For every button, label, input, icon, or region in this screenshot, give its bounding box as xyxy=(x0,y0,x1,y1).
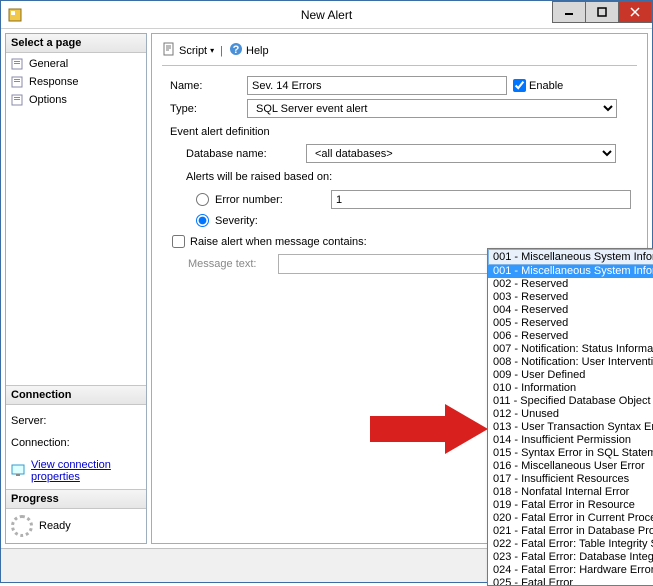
progress-status: Ready xyxy=(39,520,71,532)
left-panel: Select a page General Response Options C… xyxy=(5,33,147,544)
severity-option[interactable]: 006 - Reserved xyxy=(488,330,653,343)
page-label: Options xyxy=(29,94,67,106)
name-input[interactable] xyxy=(247,76,507,95)
maximize-button[interactable] xyxy=(585,1,619,23)
script-button[interactable]: Script ▾ xyxy=(162,42,214,59)
help-icon: ? xyxy=(229,42,243,59)
severity-option[interactable]: 013 - User Transaction Syntax Error xyxy=(488,421,653,434)
severity-option[interactable]: 023 - Fatal Error: Database Integrity Su… xyxy=(488,551,653,564)
page-item-general[interactable]: General xyxy=(8,55,144,73)
severity-option[interactable]: 011 - Specified Database Object Not Foun… xyxy=(488,395,653,408)
enable-label: Enable xyxy=(529,80,563,92)
severity-label: Severity: xyxy=(215,215,321,227)
help-label: Help xyxy=(246,45,269,57)
window-title: New Alert xyxy=(301,8,352,22)
severity-option[interactable]: 019 - Fatal Error in Resource xyxy=(488,499,653,512)
script-label: Script xyxy=(179,45,207,57)
connection-link-text[interactable]: View connection properties xyxy=(31,459,141,483)
page-list: General Response Options xyxy=(6,53,146,111)
page-icon xyxy=(11,57,25,71)
database-name-label: Database name: xyxy=(186,148,306,160)
connection-header: Connection xyxy=(6,386,146,405)
database-name-select[interactable]: <all databases> xyxy=(306,144,616,163)
severity-dropdown-header[interactable]: 001 - Miscellaneous System Information ⌄ xyxy=(488,249,653,265)
severity-option[interactable]: 008 - Notification: User Intervention Re… xyxy=(488,356,653,369)
severity-option[interactable]: 016 - Miscellaneous User Error xyxy=(488,460,653,473)
severity-selected: 001 - Miscellaneous System Information xyxy=(493,251,653,263)
severity-option[interactable]: 009 - User Defined xyxy=(488,369,653,382)
severity-option[interactable]: 018 - Nonfatal Internal Error xyxy=(488,486,653,499)
severity-dropdown[interactable]: 001 - Miscellaneous System Information ⌄… xyxy=(487,248,653,586)
right-panel: Script ▾ | ? Help Name: Enable Type: SQL… xyxy=(151,33,648,544)
severity-option[interactable]: 002 - Reserved xyxy=(488,278,653,291)
name-label: Name: xyxy=(162,80,247,92)
type-select[interactable]: SQL Server event alert xyxy=(247,99,617,118)
connection-label: Connection: xyxy=(11,437,141,449)
severity-radio[interactable] xyxy=(196,214,209,227)
connection-icon xyxy=(11,463,27,480)
severity-option[interactable]: 024 - Fatal Error: Hardware Error xyxy=(488,564,653,577)
severity-option[interactable]: 007 - Notification: Status Information xyxy=(488,343,653,356)
severity-option[interactable]: 022 - Fatal Error: Table Integrity Suspe… xyxy=(488,538,653,551)
raise-when-message-checkbox[interactable] xyxy=(172,235,185,248)
page-item-response[interactable]: Response xyxy=(8,73,144,91)
severity-option[interactable]: 021 - Fatal Error in Database Processes xyxy=(488,525,653,538)
titlebar: New Alert xyxy=(1,1,652,29)
severity-option[interactable]: 010 - Information xyxy=(488,382,653,395)
toolbar-separator: | xyxy=(220,45,223,57)
window-controls xyxy=(553,1,652,23)
severity-option[interactable]: 015 - Syntax Error in SQL Statements xyxy=(488,447,653,460)
page-item-options[interactable]: Options xyxy=(8,91,144,109)
error-number-radio[interactable] xyxy=(196,193,209,206)
server-label: Server: xyxy=(11,415,141,427)
annotation-arrow-icon xyxy=(370,404,490,457)
severity-option[interactable]: 012 - Unused xyxy=(488,408,653,421)
script-icon xyxy=(162,42,176,59)
progress-header: Progress xyxy=(6,490,146,509)
select-page-header: Select a page xyxy=(6,34,146,53)
severity-option[interactable]: 001 - Miscellaneous System Information xyxy=(488,265,653,278)
page-icon xyxy=(11,75,25,89)
svg-text:?: ? xyxy=(233,44,240,56)
close-button[interactable] xyxy=(618,1,652,23)
severity-option[interactable]: 005 - Reserved xyxy=(488,317,653,330)
chevron-down-icon: ▾ xyxy=(210,46,214,55)
view-connection-properties-link[interactable]: View connection properties xyxy=(11,459,141,483)
severity-option[interactable]: 020 - Fatal Error in Current Process xyxy=(488,512,653,525)
severity-option[interactable]: 017 - Insufficient Resources xyxy=(488,473,653,486)
help-button[interactable]: ? Help xyxy=(229,42,269,59)
severity-option-list[interactable]: 001 - Miscellaneous System Information00… xyxy=(488,265,653,585)
page-label: General xyxy=(29,58,68,70)
type-label: Type: xyxy=(162,103,247,115)
message-text-label: Message text: xyxy=(188,258,278,270)
progress-spinner-icon xyxy=(11,515,33,537)
app-icon xyxy=(7,7,23,23)
severity-option[interactable]: 025 - Fatal Error xyxy=(488,577,653,585)
based-on-label: Alerts will be raised based on: xyxy=(162,167,637,185)
page-label: Response xyxy=(29,76,79,88)
severity-option[interactable]: 004 - Reserved xyxy=(488,304,653,317)
raise-when-message-label: Raise alert when message contains: xyxy=(190,236,367,248)
minimize-button[interactable] xyxy=(552,1,586,23)
enable-checkbox[interactable] xyxy=(513,79,526,92)
error-number-input[interactable] xyxy=(331,190,631,209)
toolbar: Script ▾ | ? Help xyxy=(162,40,637,66)
error-number-label: Error number: xyxy=(215,194,321,206)
severity-option[interactable]: 014 - Insufficient Permission xyxy=(488,434,653,447)
event-alert-definition-label: Event alert definition xyxy=(162,122,637,140)
page-icon xyxy=(11,93,25,107)
severity-option[interactable]: 003 - Reserved xyxy=(488,291,653,304)
